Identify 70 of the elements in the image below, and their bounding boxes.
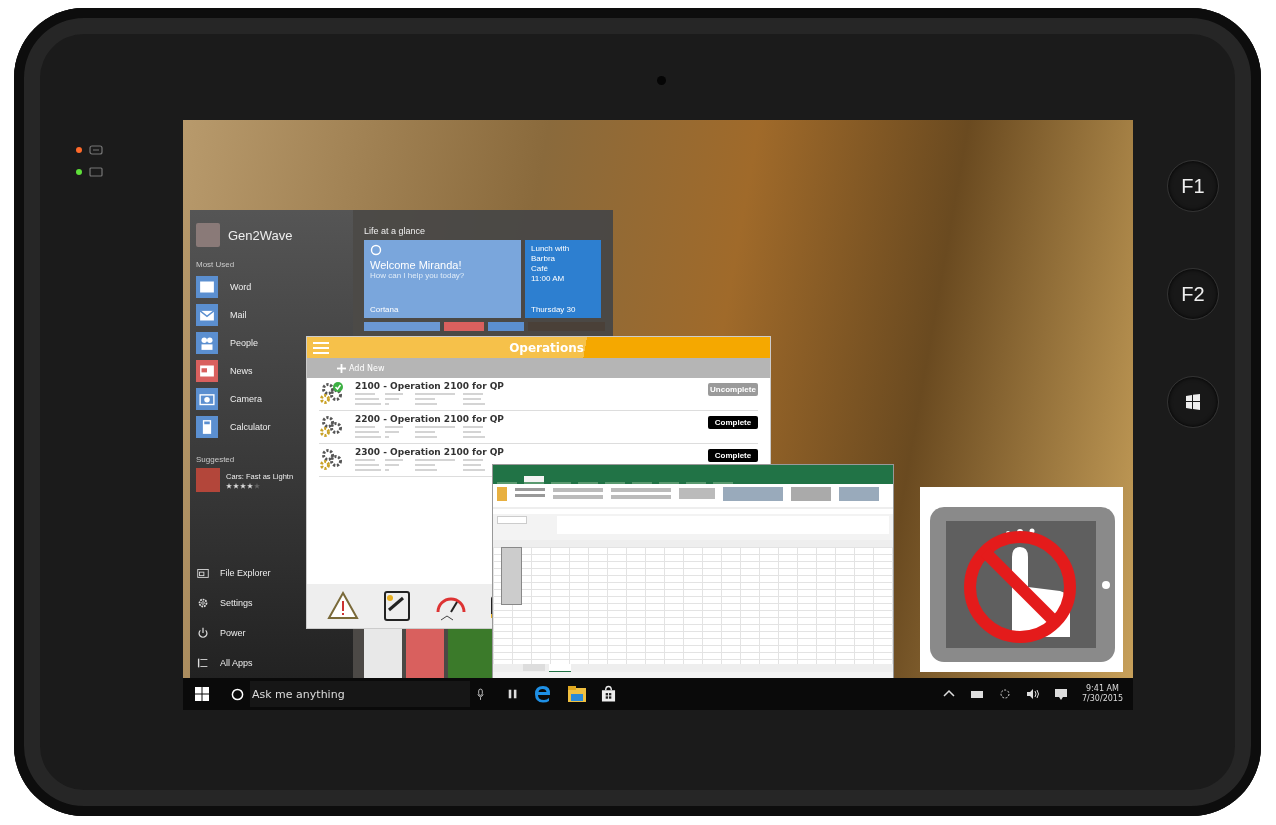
tile-text: Barbra [531, 254, 556, 264]
tools-icon[interactable] [381, 590, 413, 622]
window-title: Operations [508, 340, 585, 355]
app-tile[interactable] [444, 322, 484, 331]
hardware-button[interactable]: F1 [1167, 160, 1219, 212]
selected-cells [501, 547, 522, 605]
app-list-item[interactable]: People [196, 329, 259, 357]
section-heading: Most Used [196, 260, 235, 269]
list-icon [196, 656, 210, 670]
tile-label: Cortana [370, 305, 400, 314]
no-touch-icon [920, 487, 1123, 672]
app-tile[interactable] [406, 628, 444, 678]
browser-e-icon[interactable] [533, 684, 553, 704]
app-list-item[interactable]: News [196, 357, 253, 385]
app-list-item[interactable]: Calculator [196, 413, 271, 441]
start-menu-link[interactable]: File Explorer [196, 558, 271, 588]
circle-icon [370, 244, 382, 256]
complete-button[interactable]: Complete [708, 449, 758, 462]
plus-icon [337, 363, 346, 373]
tile-text: Café [531, 264, 549, 274]
connector-icon [88, 144, 104, 156]
settings-icon [196, 596, 210, 610]
hardware-button[interactable]: F2 [1167, 268, 1219, 320]
clock[interactable]: 9:41 AM 7/30/2015 [1081, 684, 1123, 704]
app-tile[interactable] [364, 322, 440, 331]
shopping-bag-icon[interactable] [601, 685, 616, 703]
row-title: 2300 - Operation 2100 for QP [355, 447, 505, 457]
windows-icon [1185, 393, 1201, 411]
app-tile[interactable] [364, 628, 402, 678]
start-menu-link[interactable]: Power [196, 618, 246, 648]
network-icon[interactable] [997, 687, 1012, 701]
search-field[interactable]: Ask me anything [250, 681, 470, 707]
row-title: 2100 - Operation 2100 for QP [355, 381, 505, 391]
section-heading: Life at a glance [364, 226, 427, 236]
hardware-button[interactable] [1167, 376, 1219, 428]
name-box[interactable] [497, 516, 527, 524]
folder-icon [196, 566, 210, 580]
tile-title: Welcome Miranda! [370, 259, 463, 271]
tile-text: How can I help you today? [370, 271, 466, 280]
tile-label: Thursday 30 [531, 305, 577, 314]
app-list-item[interactable]: Camera [196, 385, 262, 413]
speaker-icon[interactable] [1025, 687, 1040, 701]
list-row[interactable]: 2100 - Operation 2100 for QP Uncomplete [319, 378, 758, 411]
windows-start-icon[interactable] [195, 687, 209, 701]
section-heading: Suggested [196, 455, 235, 464]
battery-icon [88, 166, 104, 178]
power-icon [196, 626, 210, 640]
microphone-icon [476, 687, 485, 701]
folder-icon[interactable] [567, 685, 587, 703]
menu-icon[interactable] [313, 341, 329, 354]
complete-button[interactable]: Complete [708, 416, 758, 429]
app-thumbnail [196, 468, 220, 492]
ribbon-tab[interactable] [524, 476, 544, 484]
warning-icon[interactable] [327, 590, 359, 622]
start-menu-link[interactable]: All Apps [196, 648, 253, 678]
user-name[interactable]: Gen2Wave [228, 227, 293, 243]
row-title: 2200 - Operation 2100 for QP [355, 414, 505, 424]
calendar-tile[interactable]: Lunch with Barbra Café 11:00 AM Thursday 30 [525, 240, 601, 318]
app-list-item[interactable]: Mail [196, 301, 247, 329]
tile-text: 11:00 AM [531, 274, 566, 284]
circle-icon [231, 687, 244, 701]
start-menu-link[interactable]: Settings [196, 588, 253, 618]
avatar-picture [196, 223, 220, 247]
app-list-item[interactable]: Word [196, 273, 252, 301]
tile-text: Lunch with [531, 244, 571, 254]
message-icon[interactable] [1053, 687, 1068, 701]
app-tile[interactable] [488, 322, 524, 331]
task-view-icon[interactable] [507, 687, 519, 701]
sheet-tab[interactable] [549, 664, 571, 672]
list-row[interactable]: 2200 - Operation 2100 for QP Complete [319, 411, 758, 444]
